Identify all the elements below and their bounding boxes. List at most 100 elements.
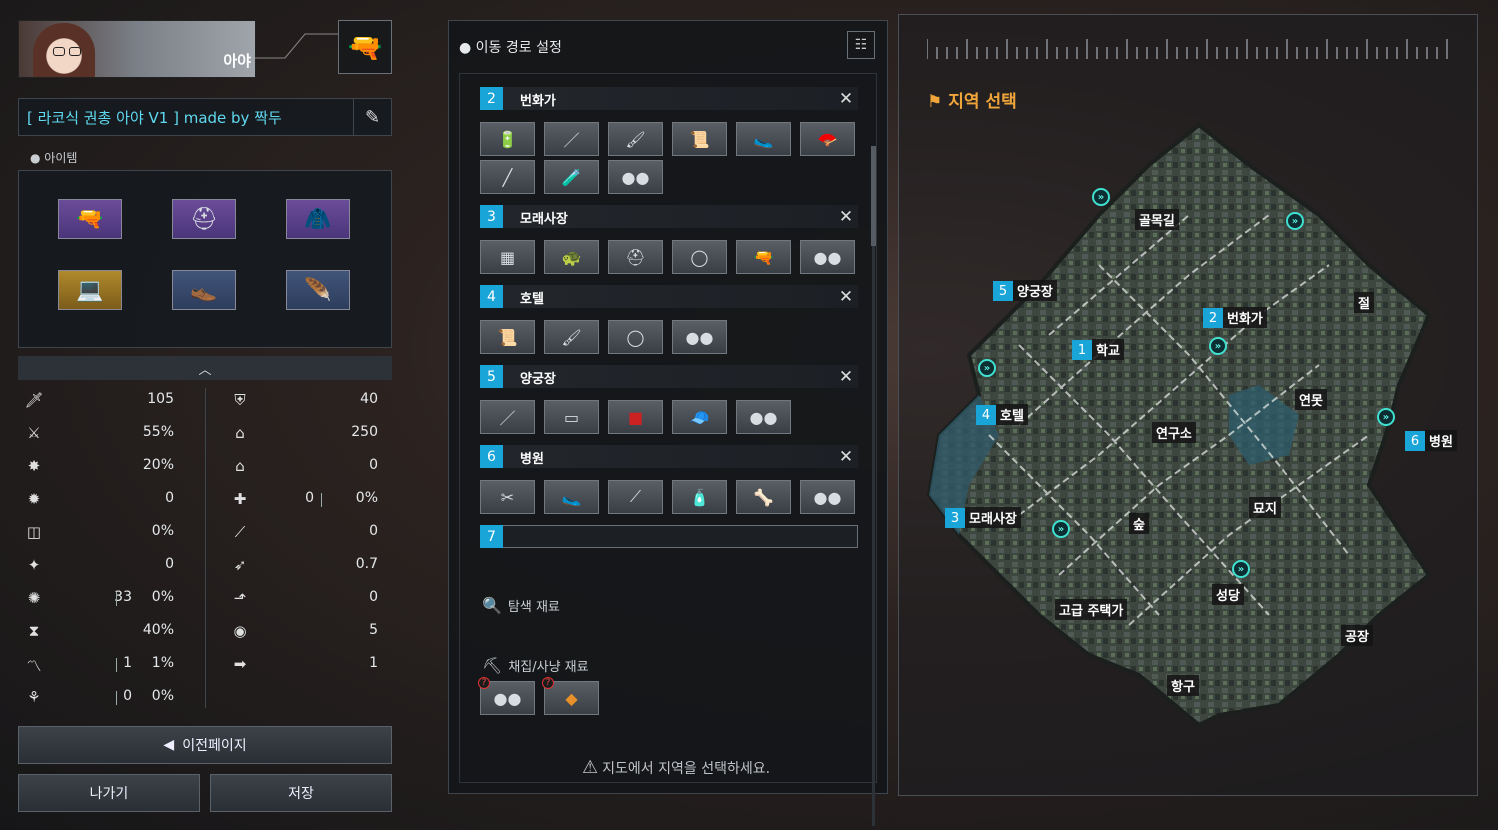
item-slot[interactable]: ●●: [608, 160, 663, 194]
map-area-cemetery[interactable]: 묘지: [1249, 497, 1281, 518]
build-title-bar: [ 라코식 권총 아야 V1 ] made by 짝두 ✎: [18, 98, 392, 136]
item-slot[interactable]: 🪭: [800, 122, 855, 156]
map-area-beach[interactable]: 모래사장: [965, 507, 1021, 528]
item-slot[interactable]: ▦: [480, 240, 535, 274]
equip-slot-arm[interactable]: 💻: [58, 270, 122, 310]
map-area-research-center[interactable]: 연구소: [1152, 422, 1196, 443]
route-stop-5[interactable]: 5 양궁장 ✕: [480, 365, 858, 388]
item-slot[interactable]: ⟋: [608, 480, 663, 514]
close-icon[interactable]: ✕: [834, 205, 858, 228]
item-slot[interactable]: ╱: [480, 160, 535, 194]
item-slot[interactable]: 🖌: [544, 320, 599, 354]
equip-slot-accessory[interactable]: 🪶: [286, 270, 350, 310]
slippers-icon: 🥿: [561, 487, 582, 507]
pen-icon: ╱: [502, 167, 513, 187]
close-icon[interactable]: ✕: [834, 445, 858, 468]
scrollbar-thumb[interactable]: [871, 146, 876, 246]
route-stop-number: 2: [480, 87, 503, 110]
map-area-uptown[interactable]: 고급 주택가: [1055, 599, 1128, 620]
map-area-pond[interactable]: 연못: [1295, 389, 1327, 410]
save-button[interactable]: 저장: [210, 774, 392, 812]
out-combat-speed-icon: ⬏: [233, 589, 247, 607]
item-slot[interactable]: ／: [480, 400, 535, 434]
jacket-icon: 🧥: [304, 206, 332, 232]
item-slot[interactable]: 📜: [480, 320, 535, 354]
item-slot[interactable]: ✂: [480, 480, 535, 514]
equip-slot-head[interactable]: ⛑: [172, 199, 236, 239]
map-area-hotel[interactable]: 호텔: [996, 404, 1028, 425]
close-icon[interactable]: ✕: [834, 285, 858, 308]
equip-slot-chest[interactable]: 🧥: [286, 199, 350, 239]
pistol-icon: 🔫: [76, 206, 104, 232]
route-stop-3[interactable]: 3 모래사장 ✕: [480, 205, 858, 228]
item-slot[interactable]: 🔋: [480, 122, 535, 156]
weapon-type-button[interactable]: 🔫: [338, 20, 392, 74]
hyperloop-icon[interactable]: »: [1209, 337, 1227, 355]
stat-hp: ⌂ 250: [230, 424, 378, 444]
map-area-hospital[interactable]: 병원: [1425, 430, 1457, 451]
hyperloop-icon[interactable]: »: [1286, 212, 1304, 230]
hyperloop-icon[interactable]: »: [978, 359, 996, 377]
item-slot[interactable]: ●●: [736, 400, 791, 434]
item-slot[interactable]: ⛑: [608, 240, 663, 274]
close-icon[interactable]: ✕: [834, 365, 858, 388]
item-slot[interactable]: 📜: [672, 122, 727, 156]
item-slot[interactable]: 🧪: [544, 160, 599, 194]
scrollbar-track[interactable]: [872, 146, 875, 826]
route-list[interactable]: 2 번화가 ✕ 🔋 ／ 🖌 📜 🥿 🪭 ╱ 🧪 ●● 3 모래사장 ✕ ▦ 🐢 …: [459, 73, 877, 826]
route-stop-2[interactable]: 2 번화가 ✕: [480, 87, 858, 110]
close-icon[interactable]: ✕: [834, 87, 858, 110]
collapse-stats-button[interactable]: ︿: [18, 356, 392, 380]
item-slot[interactable]: 🧢: [672, 400, 727, 434]
map-area-chapel[interactable]: 성당: [1212, 584, 1244, 605]
item-slot[interactable]: 🥿: [544, 480, 599, 514]
route-reset-button[interactable]: ☷: [847, 31, 875, 59]
slippers-icon: 🥿: [753, 129, 774, 149]
map-area-downtown[interactable]: 번화가: [1223, 307, 1267, 328]
item-slot[interactable]: 🔫: [736, 240, 791, 274]
item-slot[interactable]: 🐢: [544, 240, 599, 274]
scissors-icon: ✂: [500, 487, 515, 507]
route-stop-7[interactable]: 7: [480, 525, 858, 548]
prev-page-button[interactable]: ◀ 이전페이지: [18, 726, 392, 764]
item-slot[interactable]: ●●: [800, 240, 855, 274]
item-slot[interactable]: 🥿: [736, 122, 791, 156]
item-slot[interactable]: 🧴: [672, 480, 727, 514]
item-slot[interactable]: ◯: [608, 320, 663, 354]
map-route-number: 4: [976, 405, 996, 425]
tube-icon: 🧴: [689, 487, 710, 507]
edit-button[interactable]: ✎: [353, 99, 391, 135]
map-area-school[interactable]: 학교: [1092, 339, 1124, 360]
route-stop-4[interactable]: 4 호텔 ✕: [480, 285, 858, 308]
item-slot[interactable]: ●●: [672, 320, 727, 354]
hyperloop-icon[interactable]: »: [1232, 560, 1250, 578]
item-slot[interactable]: 🦴: [736, 480, 791, 514]
map-area-archery[interactable]: 양궁장: [1013, 280, 1057, 301]
route-title: ● 이동 경로 설정: [459, 40, 562, 56]
item-slot[interactable]: ■: [608, 400, 663, 434]
hyperloop-icon[interactable]: »: [1052, 520, 1070, 538]
stat-critical-damage: ✹ 0: [24, 490, 174, 510]
exit-button[interactable]: 나가기: [18, 774, 200, 812]
turtle-shell-icon: 🐢: [561, 247, 582, 267]
item-slot[interactable]: ／: [544, 122, 599, 156]
route-panel: ● 이동 경로 설정 ☷ 2 번화가 ✕ 🔋 ／ 🖌 📜 🥿 🪭 ╱ 🧪 ●● …: [448, 20, 888, 826]
item-slot[interactable]: ▭: [544, 400, 599, 434]
item-slot[interactable]: ◯: [672, 240, 727, 274]
hyperloop-icon[interactable]: »: [1377, 408, 1395, 426]
extra-damage-icon: ✺: [27, 589, 41, 607]
item-slot[interactable]: ●●: [800, 480, 855, 514]
map-area-alley[interactable]: 골목길: [1135, 209, 1179, 230]
stat-range: ➡ 1: [230, 655, 378, 675]
equip-slot-leg[interactable]: 👞: [172, 270, 236, 310]
route-stop-6[interactable]: 6 병원 ✕: [480, 445, 858, 468]
map-area-factory[interactable]: 공장: [1341, 625, 1373, 646]
helmet-icon: ⛑: [625, 247, 646, 267]
hyperloop-icon[interactable]: »: [1092, 188, 1110, 206]
item-slot[interactable]: 🖌: [608, 122, 663, 156]
map-area-temple[interactable]: 절: [1354, 292, 1374, 313]
map-area-harbor[interactable]: 항구: [1167, 675, 1199, 696]
feather-icon: 🪶: [304, 277, 332, 303]
equip-slot-weapon[interactable]: 🔫: [58, 199, 122, 239]
map-area-forest[interactable]: 숲: [1129, 513, 1149, 534]
